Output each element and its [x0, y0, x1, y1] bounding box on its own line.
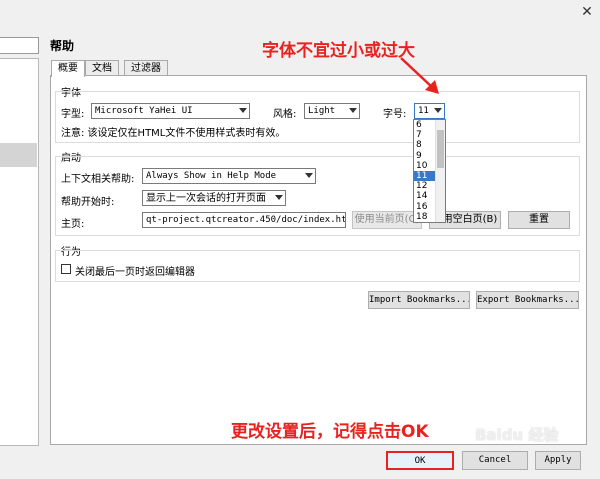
- apply-button[interactable]: Apply: [535, 451, 581, 470]
- font-size-tip-annotation: 字体不宜过小或过大: [262, 41, 415, 61]
- font-size-label: 字号:: [383, 109, 407, 120]
- tab-documentation[interactable]: 文档: [85, 60, 119, 76]
- font-style-value: Light: [308, 106, 336, 116]
- ok-button[interactable]: OK: [386, 451, 454, 470]
- font-style-label: 风格:: [273, 109, 297, 120]
- close-icon[interactable]: ✕: [580, 5, 594, 19]
- font-size-select[interactable]: 11: [414, 103, 445, 119]
- font-size-option[interactable]: 11: [414, 171, 435, 182]
- font-size-option[interactable]: 9: [414, 151, 435, 161]
- import-bookmarks-button[interactable]: Import Bookmarks...: [368, 291, 470, 309]
- on-start-label: 帮助开始时:: [61, 197, 115, 208]
- chevron-down-icon: [349, 108, 357, 113]
- font-size-option[interactable]: 16: [414, 202, 435, 212]
- close-returns-checkbox[interactable]: [61, 264, 71, 274]
- font-size-option[interactable]: 7: [414, 130, 435, 140]
- font-size-option[interactable]: 18: [414, 212, 435, 222]
- ok-tip-annotation: 更改设置后，记得点击OK: [231, 422, 429, 442]
- on-start-select[interactable]: 显示上一次会话的打开页面: [142, 190, 286, 206]
- settings-category-list[interactable]: [0, 58, 39, 446]
- homepage-label: 主页:: [61, 219, 85, 230]
- font-family-label: 字型:: [61, 109, 85, 120]
- close-returns-label: 关闭最后一页时返回编辑器: [75, 267, 195, 278]
- use-current-page-button[interactable]: 使用当前页(C): [352, 211, 422, 229]
- font-size-dropdown-list[interactable]: 6 7 8 9 10 11 12 14 16 18: [413, 119, 446, 223]
- scrollbar-thumb[interactable]: [437, 130, 444, 168]
- selected-category-item[interactable]: [0, 143, 37, 167]
- font-family-select[interactable]: Microsoft YaHei UI: [91, 103, 250, 119]
- font-size-option[interactable]: 8: [414, 140, 435, 150]
- context-help-value: Always Show in Help Mode: [146, 171, 277, 181]
- chevron-down-icon: [239, 108, 247, 113]
- homepage-input[interactable]: qt-project.qtcreator.450/doc/index.html: [142, 212, 346, 228]
- dropdown-scrollbar[interactable]: [435, 120, 445, 222]
- font-note: 注意: 该设定仅在HTML文件不使用样式表时有效。: [61, 128, 286, 139]
- font-style-select[interactable]: Light: [304, 103, 360, 119]
- font-size-option[interactable]: 12: [414, 181, 435, 191]
- font-size-option[interactable]: 6: [414, 120, 435, 130]
- chevron-down-icon: [305, 173, 313, 178]
- export-bookmarks-button[interactable]: Export Bookmarks...: [476, 291, 579, 309]
- homepage-value: qt-project.qtcreator.450/doc/index.html: [146, 215, 346, 225]
- sidebar-search-input[interactable]: [0, 37, 39, 54]
- context-help-select[interactable]: Always Show in Help Mode: [142, 168, 316, 184]
- tab-overview[interactable]: 概要: [51, 60, 85, 77]
- font-size-option[interactable]: 10: [414, 161, 435, 171]
- font-family-value: Microsoft YaHei UI: [95, 106, 193, 116]
- reset-button[interactable]: 重置: [508, 211, 570, 229]
- on-start-value: 显示上一次会话的打开页面: [146, 193, 266, 204]
- cancel-button[interactable]: Cancel: [462, 451, 528, 470]
- context-help-label: 上下文相关帮助:: [61, 174, 135, 185]
- font-size-options: 6 7 8 9 10 11 12 14 16 18: [414, 120, 435, 222]
- annotation-arrow-icon: [400, 57, 439, 94]
- watermark-logo: Baidu 经验: [475, 426, 559, 444]
- font-size-option[interactable]: 14: [414, 191, 435, 201]
- chevron-down-icon: [275, 195, 283, 200]
- tab-filters[interactable]: 过滤器: [124, 60, 168, 76]
- page-title: 帮助: [50, 39, 75, 53]
- chevron-down-icon: [434, 108, 442, 113]
- font-size-value: 11: [418, 106, 429, 116]
